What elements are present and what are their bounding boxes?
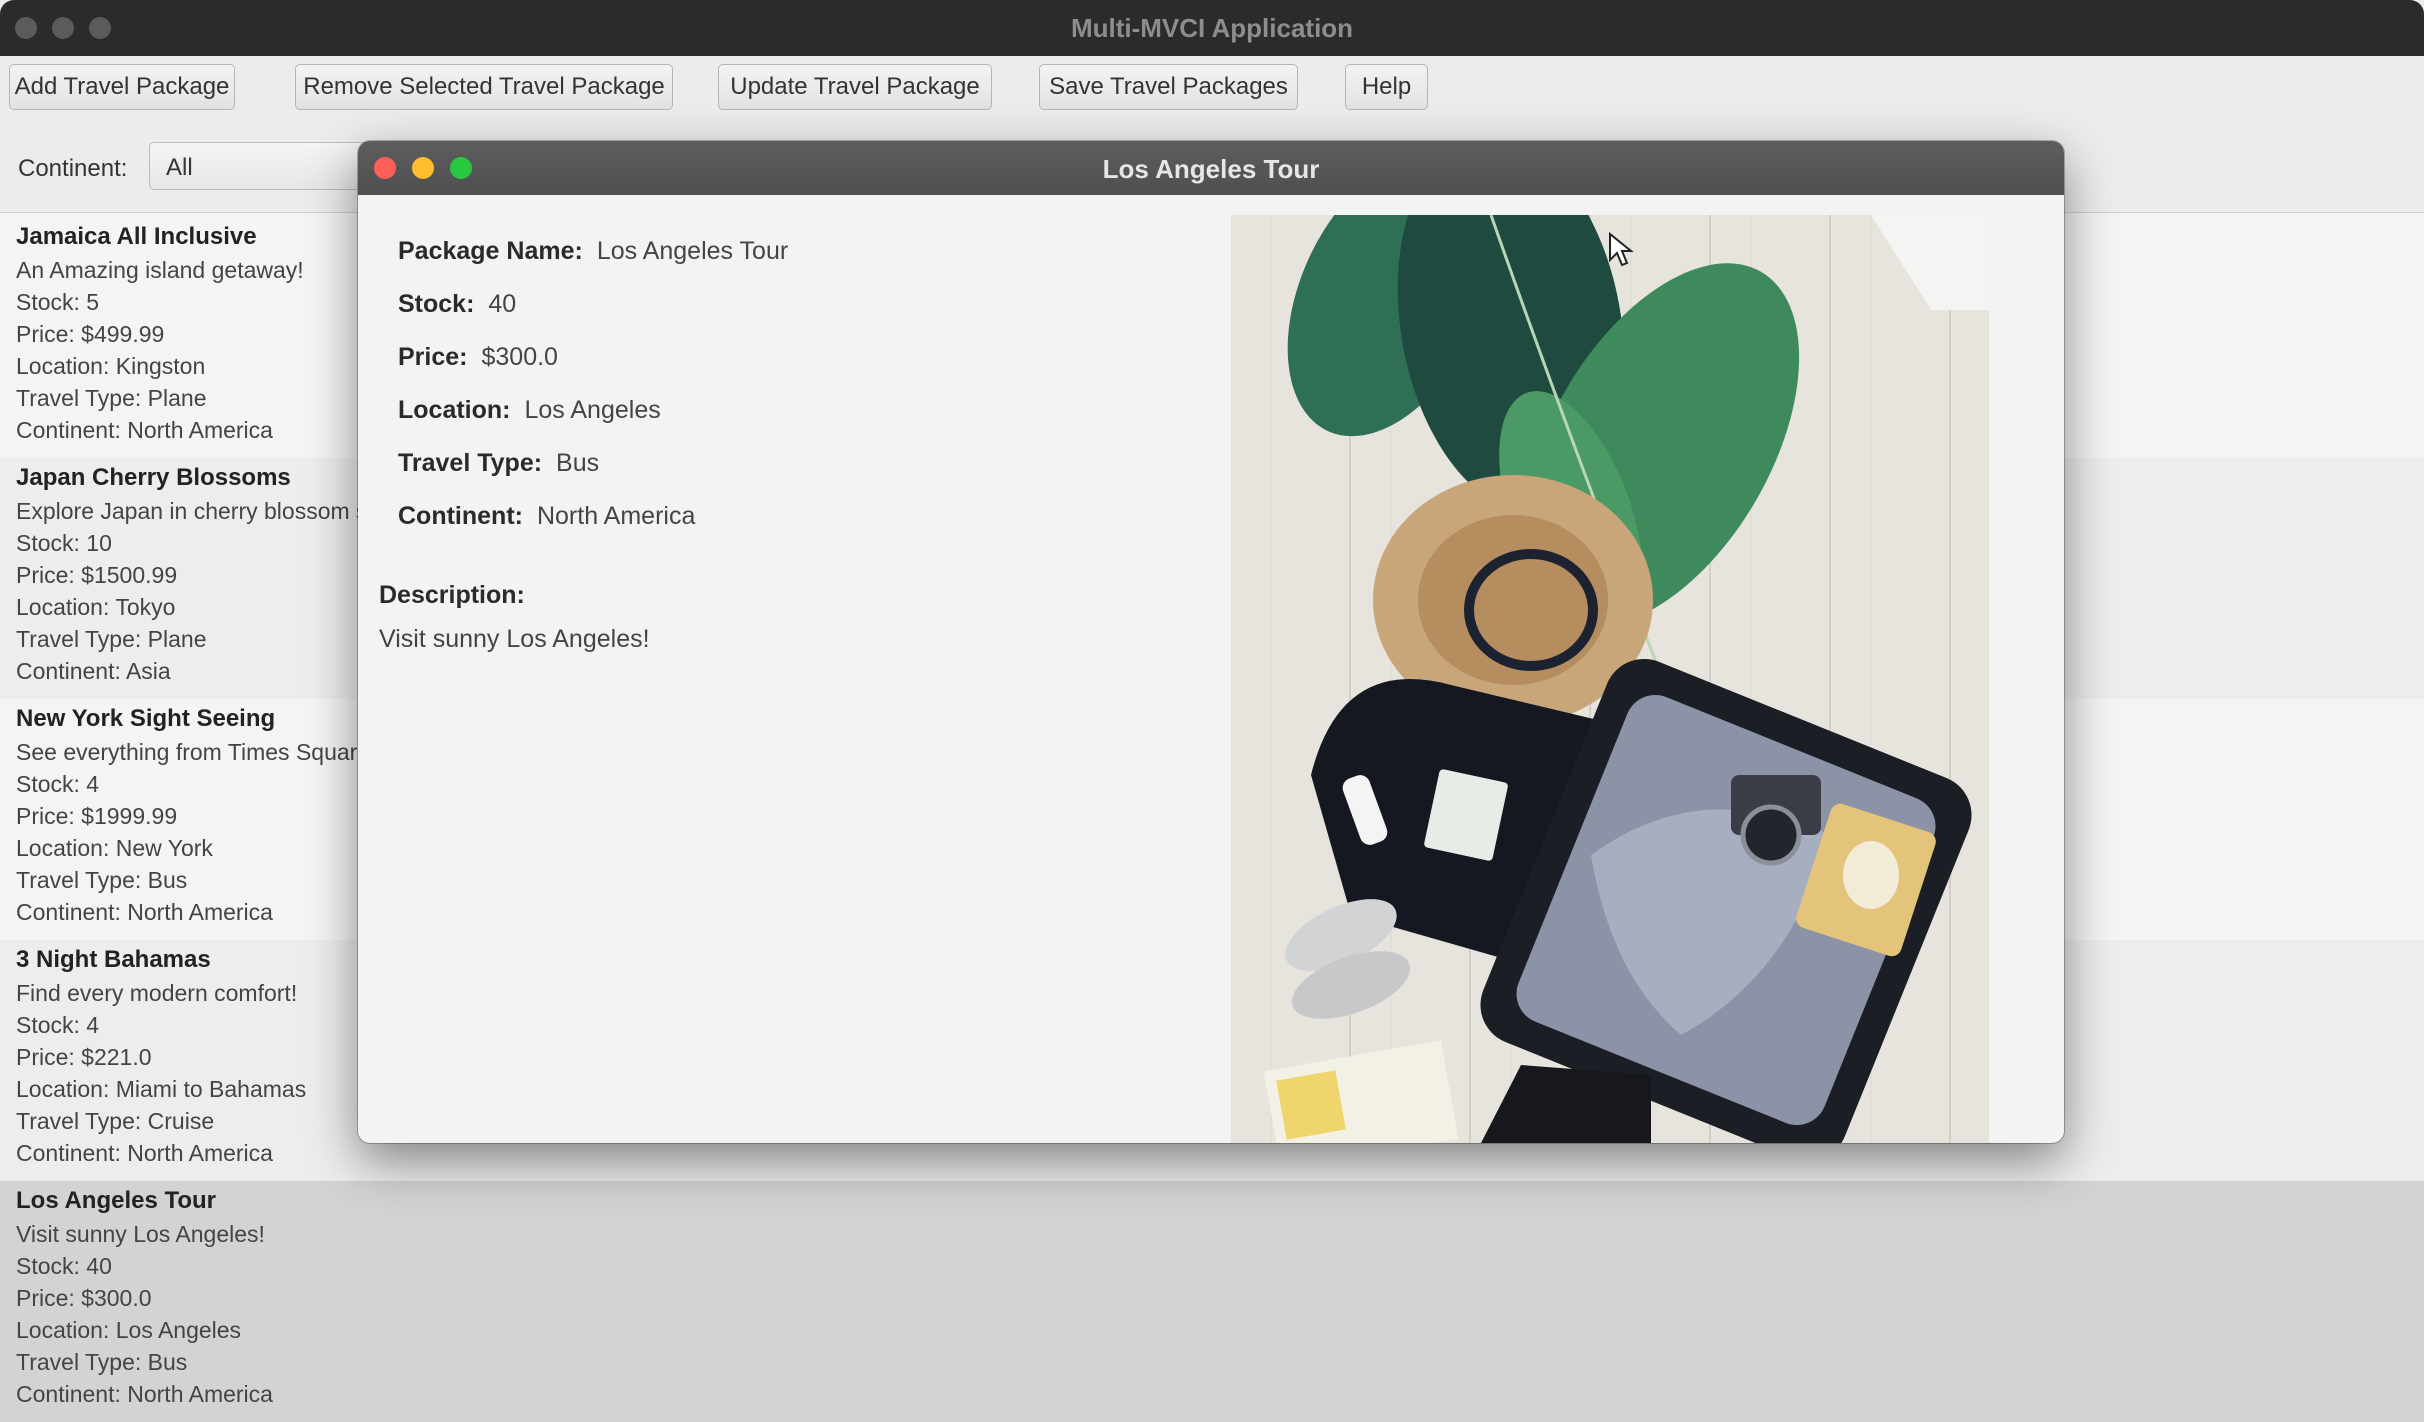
package-name: New York Sight Seeing (16, 705, 276, 732)
list-item-selected[interactable]: Los Angeles Tour Visit sunny Los Angeles… (0, 1181, 2424, 1422)
price-field: Price: $300.0 (398, 343, 558, 372)
package-stock: Stock: 4 (16, 771, 100, 797)
package-location: Location: New York (16, 835, 213, 861)
travel-flatlay-image (1231, 215, 1989, 1143)
continent-select-value: All (166, 154, 193, 181)
price-label: Price: (398, 343, 468, 371)
detail-window-title: Los Angeles Tour (1102, 154, 1320, 184)
travel-type-value: Bus (556, 449, 600, 477)
package-continent: Continent: North America (16, 1381, 273, 1407)
package-stock: Stock: 10 (16, 530, 112, 556)
package-continent: Continent: North America (16, 1140, 273, 1166)
package-stock: Stock: 40 (16, 1253, 112, 1279)
continent-label: Continent: (398, 502, 523, 530)
save-travel-packages-button[interactable]: Save Travel Packages (1039, 64, 1298, 110)
package-travel-type: Travel Type: Plane (16, 385, 207, 411)
continent-value: North America (536, 502, 696, 530)
package-description: Explore Japan in cherry blossom s (16, 498, 368, 524)
package-travel-type: Travel Type: Plane (16, 626, 207, 652)
description-value: Visit sunny Los Angeles! (379, 625, 650, 653)
package-name: 3 Night Bahamas (16, 946, 211, 973)
package-travel-type: Travel Type: Bus (16, 867, 188, 893)
package-name: Japan Cherry Blossoms (16, 464, 291, 491)
package-stock: Stock: 4 (16, 1012, 100, 1038)
main-window-title: Multi-MVCI Application (1070, 13, 1354, 43)
stock-label: Stock: (398, 290, 475, 318)
package-price: Price: $1500.99 (16, 562, 178, 588)
package-description: An Amazing island getaway! (16, 257, 304, 283)
add-travel-package-button[interactable]: Add Travel Package (9, 64, 235, 110)
travel-type-label: Travel Type: (398, 449, 543, 477)
package-price: Price: $1999.99 (16, 803, 178, 829)
continent-filter-label: Continent: (18, 155, 128, 182)
package-location: Location: Tokyo (16, 594, 176, 620)
package-name: Los Angeles Tour (16, 1187, 217, 1214)
package-description: See everything from Times Squar (16, 739, 358, 765)
package-location: Location: Kingston (16, 353, 206, 379)
package-name-field: Package Name: Los Angeles Tour (398, 237, 788, 266)
package-travel-type: Travel Type: Bus (16, 1349, 188, 1375)
package-description: Find every modern comfort! (16, 980, 298, 1006)
stock-value: 40 (488, 290, 517, 318)
package-name: Jamaica All Inclusive (16, 223, 257, 250)
package-travel-type: Travel Type: Cruise (16, 1108, 215, 1134)
package-continent: Continent: Asia (16, 658, 171, 684)
location-field: Location: Los Angeles (398, 396, 661, 425)
stock-field: Stock: 40 (398, 290, 516, 319)
main-titlebar: Multi-MVCI Application (0, 0, 2424, 56)
mouse-cursor-icon (1609, 232, 1634, 267)
package-continent: Continent: North America (16, 899, 273, 925)
package-stock: Stock: 5 (16, 289, 100, 315)
toolbar: Add Travel Package Remove Selected Trave… (0, 56, 2424, 142)
package-photo (1231, 215, 1989, 1143)
package-location: Location: Los Angeles (16, 1317, 242, 1343)
package-description: Visit sunny Los Angeles! (16, 1221, 265, 1247)
continent-field: Continent: North America (398, 502, 695, 531)
package-name-value: Los Angeles Tour (596, 237, 789, 265)
location-label: Location: (398, 396, 511, 424)
remove-travel-package-button[interactable]: Remove Selected Travel Package (295, 64, 673, 110)
package-price: Price: $499.99 (16, 321, 165, 347)
package-continent: Continent: North America (16, 417, 273, 443)
price-value: $300.0 (481, 343, 558, 371)
package-price: Price: $221.0 (16, 1044, 152, 1070)
location-value: Los Angeles (524, 396, 661, 424)
package-name-label: Package Name: (398, 237, 583, 265)
detail-titlebar[interactable]: Los Angeles Tour (358, 141, 2064, 195)
update-travel-package-button[interactable]: Update Travel Package (718, 64, 992, 110)
package-detail-window: Los Angeles Tour Package Name: Los Angele… (358, 141, 2064, 1143)
package-location: Location: Miami to Bahamas (16, 1076, 307, 1102)
package-price: Price: $300.0 (16, 1285, 152, 1311)
description-label: Description: (379, 581, 525, 609)
travel-type-field: Travel Type: Bus (398, 449, 599, 478)
help-button[interactable]: Help (1345, 64, 1428, 110)
